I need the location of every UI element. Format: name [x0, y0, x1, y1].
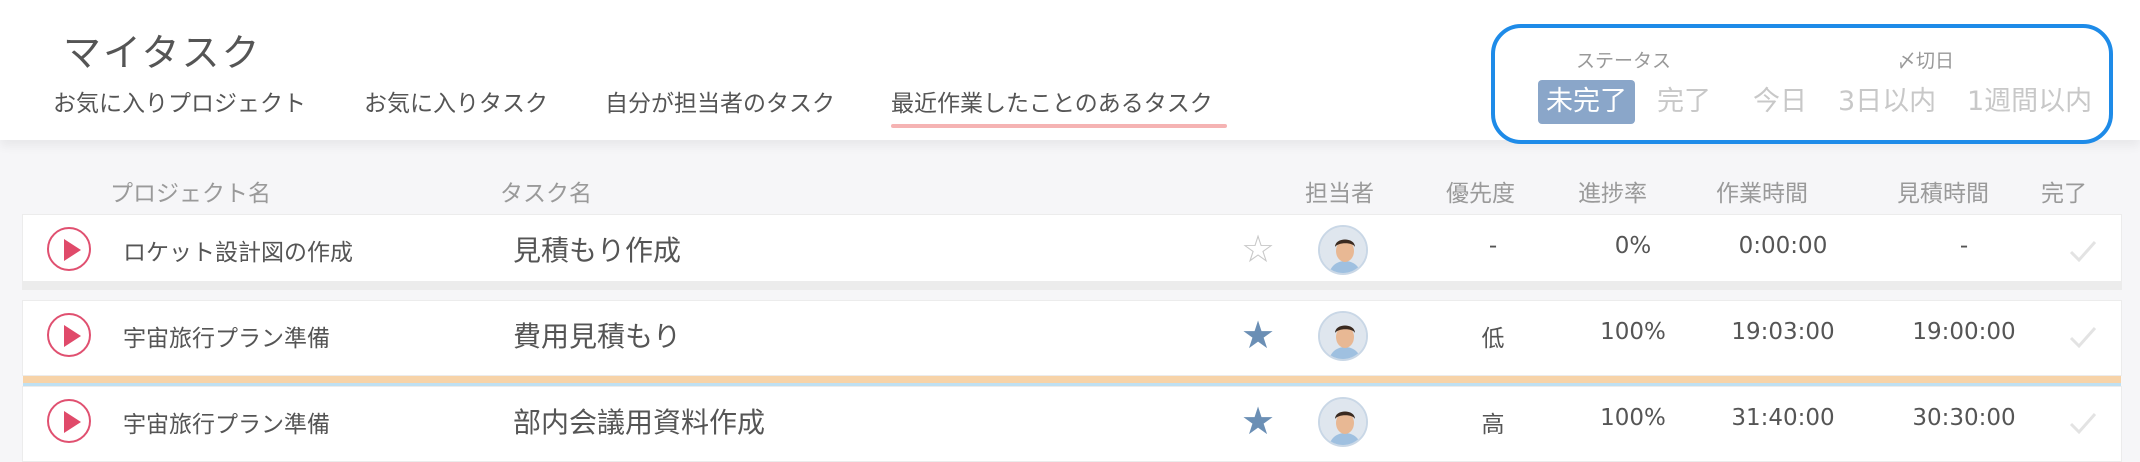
project-name: 宇宙旅行プラン準備 [123, 412, 330, 438]
project-name: 宇宙旅行プラン準備 [123, 326, 330, 352]
avatar [1318, 225, 1368, 275]
progress-rate: 100% [1600, 319, 1666, 345]
filter-1week-button[interactable]: 1週間以内 [1967, 80, 2092, 124]
task-name[interactable]: 費用見積もり [513, 315, 681, 355]
priority: - [1488, 233, 1498, 259]
tab-favorite-projects[interactable]: お気に入りプロジェクト [53, 84, 306, 118]
progress-rate: 100% [1600, 405, 1666, 431]
checkmark-icon[interactable] [2063, 231, 2103, 271]
col-header-assignee: 担当者 [1305, 181, 1374, 207]
filter-3days-button[interactable]: 3日以内 [1838, 80, 1936, 124]
col-header-done: 完了 [2041, 181, 2087, 207]
page-title: マイタスク [63, 31, 262, 75]
play-timer-button[interactable] [47, 227, 91, 271]
play-timer-button[interactable] [47, 313, 91, 357]
play-timer-button[interactable] [47, 399, 91, 443]
progress-stripe [23, 376, 2121, 383]
user-avatar-icon [1320, 399, 1366, 445]
tab-recent-tasks[interactable]: 最近作業したことのあるタスク [891, 84, 1213, 118]
col-header-task: タスク名 [500, 181, 592, 207]
estimate-time: - [1959, 233, 1969, 259]
filter-incomplete-button[interactable]: 未完了 [1538, 80, 1635, 124]
checkmark-icon[interactable] [2063, 317, 2103, 357]
active-tab-underline [891, 124, 1227, 128]
task-row[interactable]: 宇宙旅行プラン準備 部内会議用資料作成 ★ 高 100% 31:40:00 30… [22, 386, 2122, 462]
col-header-work-time: 作業時間 [1716, 181, 1808, 207]
avatar [1318, 311, 1368, 361]
task-row[interactable]: ロケット設計図の作成 見積もり作成 ☆ - 0% 0:00:00 - [22, 214, 2122, 290]
tab-my-assigned-tasks[interactable]: 自分が担当者のタスク [605, 84, 835, 118]
star-filled-icon[interactable]: ★ [1241, 315, 1275, 355]
tab-favorite-tasks[interactable]: お気に入りタスク [364, 84, 548, 118]
col-header-project: プロジェクト名 [110, 181, 271, 207]
priority: 高 [1481, 412, 1505, 438]
task-name[interactable]: 部内会議用資料作成 [513, 401, 765, 441]
checkmark-icon[interactable] [2063, 403, 2103, 443]
col-header-estimate-time: 見積時間 [1897, 181, 1989, 207]
due-date-filter-label: 〆切日 [1897, 50, 1955, 72]
task-name[interactable]: 見積もり作成 [513, 229, 681, 269]
star-outline-icon[interactable]: ☆ [1241, 229, 1275, 269]
priority: 低 [1481, 326, 1505, 352]
avatar [1318, 397, 1368, 447]
header: マイタスク お気に入りプロジェクト お気に入りタスク 自分が担当者のタスク 最近… [0, 0, 2140, 144]
project-name: ロケット設計図の作成 [123, 240, 353, 266]
user-avatar-icon [1320, 227, 1366, 273]
work-time: 19:03:00 [1731, 319, 1835, 345]
col-header-progress: 進捗率 [1578, 181, 1647, 207]
row-divider [22, 281, 2122, 290]
work-time: 31:40:00 [1731, 405, 1835, 431]
star-filled-icon[interactable]: ★ [1241, 401, 1275, 441]
user-avatar-icon [1320, 313, 1366, 359]
filter-today-button[interactable]: 今日 [1753, 80, 1807, 124]
filter-panel: ステータス 〆切日 未完了 完了 今日 3日以内 1週間以内 [1491, 24, 2113, 144]
task-row[interactable]: 宇宙旅行プラン準備 費用見積もり ★ 低 100% 19:03:00 19:00… [22, 300, 2122, 390]
progress-rate: 0% [1614, 233, 1652, 259]
filter-complete-button[interactable]: 完了 [1657, 80, 1711, 124]
estimate-time: 30:30:00 [1912, 405, 2016, 431]
work-time: 0:00:00 [1738, 233, 1828, 259]
col-header-priority: 優先度 [1446, 181, 1515, 207]
status-filter-label: ステータス [1576, 50, 1672, 72]
estimate-time: 19:00:00 [1912, 319, 2016, 345]
